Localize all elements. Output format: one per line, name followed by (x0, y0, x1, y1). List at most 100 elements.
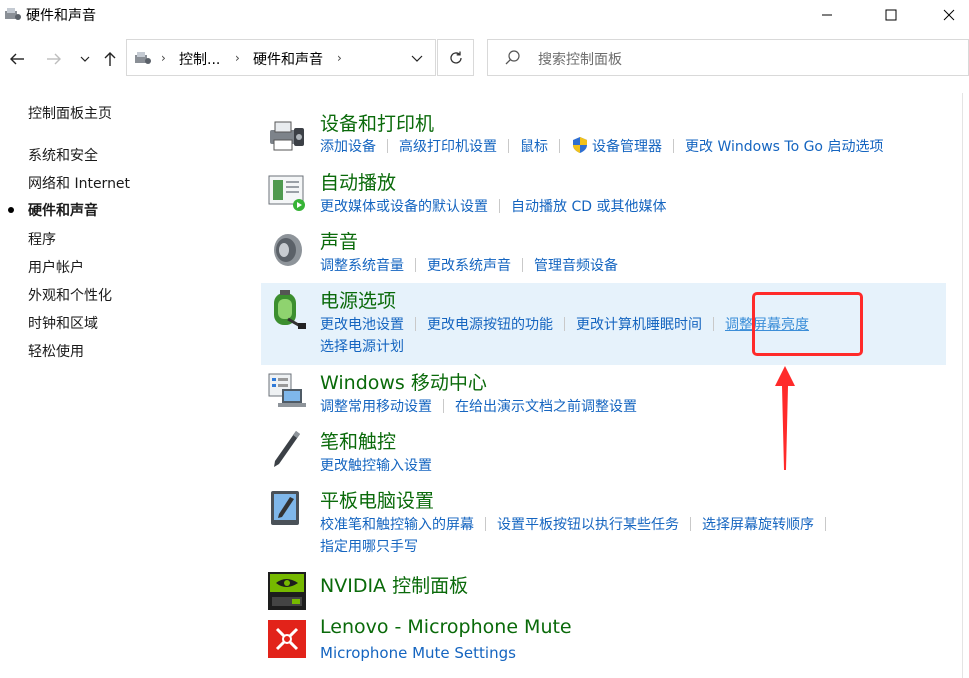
link-change-sounds[interactable]: 更改系统声音 (427, 255, 511, 275)
breadcrumb-separator-icon: › (161, 51, 166, 65)
nav-hardware-sound[interactable]: 硬件和声音 (8, 200, 98, 220)
nav-system-security[interactable]: 系统和安全 (28, 145, 98, 165)
link-windows-to-go[interactable]: 更改 Windows To Go 启动选项 (685, 136, 883, 156)
nav-programs[interactable]: 程序 (28, 229, 56, 249)
link-choose-power-plan[interactable]: 选择电源计划 (320, 336, 404, 356)
divider (508, 139, 509, 153)
nav-hardware-sound-label: 硬件和声音 (28, 203, 98, 219)
category-title[interactable]: 笔和触控 (320, 427, 396, 454)
search-placeholder: 搜索控制面板 (538, 52, 622, 68)
link-rotation-order[interactable]: 选择屏幕旋转顺序 (702, 514, 814, 534)
link-manage-audio-devices[interactable]: 管理音频设备 (534, 255, 618, 275)
refresh-icon (449, 51, 462, 64)
title-bar: 硬件和声音 (0, 0, 969, 30)
maximize-icon (885, 9, 897, 21)
mobility-center-icon (268, 373, 306, 407)
divider (713, 317, 714, 331)
nav-network-internet[interactable]: 网络和 Internet (28, 173, 130, 193)
category-title[interactable]: 自动播放 (320, 168, 396, 195)
link-power-button-function[interactable]: 更改电源按钮的功能 (427, 314, 553, 334)
divider (522, 258, 523, 272)
category-mobility-center: Windows 移动中心 调整常用移动设置 在给出演示文档之前调整设置 (262, 367, 946, 422)
divider (415, 258, 416, 272)
autoplay-icon (268, 175, 305, 211)
annotation-highlight-box (752, 292, 863, 356)
divider (499, 199, 500, 213)
link-add-device[interactable]: 添加设备 (320, 136, 376, 156)
scrollbar-track[interactable] (962, 93, 963, 678)
window-title: 硬件和声音 (26, 8, 96, 24)
arrow-left-icon (10, 53, 24, 65)
link-tablet-buttons[interactable]: 设置平板按钮以执行某些任务 (497, 514, 679, 534)
breadcrumb-separator-icon: › (235, 51, 240, 65)
divider (690, 517, 691, 531)
arrow-right-icon (47, 53, 61, 65)
link-sleep-time[interactable]: 更改计算机睡眠时间 (576, 314, 702, 334)
search-box[interactable]: 搜索控制面板 (487, 39, 969, 76)
maximize-button[interactable] (862, 0, 920, 30)
link-touch-input-settings[interactable]: 更改触控输入设置 (320, 455, 432, 475)
link-mobility-settings[interactable]: 调整常用移动设置 (320, 396, 432, 416)
category-title[interactable]: Windows 移动中心 (320, 368, 487, 395)
search-icon (505, 50, 520, 65)
minimize-button[interactable] (798, 0, 856, 30)
divider (415, 317, 416, 331)
nav-appearance[interactable]: 外观和个性化 (28, 285, 112, 305)
link-microphone-mute-settings[interactable]: Microphone Mute Settings (320, 644, 516, 662)
nvidia-icon (268, 572, 306, 610)
category-title[interactable]: 电源选项 (320, 286, 396, 313)
link-battery-settings[interactable]: 更改电池设置 (320, 314, 404, 334)
chevron-down-icon[interactable] (411, 55, 423, 63)
up-button[interactable] (99, 48, 121, 70)
breadcrumb-hardware-sound[interactable]: 硬件和声音 (253, 49, 323, 69)
category-lenovo-mic-mute: Lenovo - Microphone Mute Microphone Mute… (262, 615, 946, 670)
category-title[interactable]: Lenovo - Microphone Mute (320, 616, 572, 638)
pen-icon (274, 431, 300, 467)
annotation-arrow-icon (775, 366, 795, 470)
category-title[interactable]: 平板电脑设置 (320, 486, 434, 513)
control-panel-icon (5, 8, 21, 20)
back-button[interactable] (6, 48, 28, 70)
link-handedness[interactable]: 指定用哪只手写 (320, 536, 418, 556)
close-icon (943, 9, 955, 21)
speaker-icon (274, 234, 302, 266)
battery-icon (274, 290, 306, 329)
category-autoplay: 自动播放 更改媒体或设备的默认设置 自动播放 CD 或其他媒体 (262, 167, 946, 222)
tablet-icon (271, 491, 299, 525)
arrow-up-icon (104, 52, 116, 66)
divider (673, 139, 674, 153)
printer-icon (270, 121, 304, 151)
nav-control-panel-home[interactable]: 控制面板主页 (28, 103, 112, 123)
microphone-mute-icon (268, 620, 306, 658)
category-sound: 声音 调整系统音量 更改系统声音 管理音频设备 (262, 226, 946, 281)
link-autoplay-cd[interactable]: 自动播放 CD 或其他媒体 (511, 196, 666, 216)
link-device-manager[interactable]: 设备管理器 (592, 136, 662, 156)
forward-button[interactable] (43, 48, 65, 70)
address-bar[interactable]: › 控制... › 硬件和声音 › (126, 39, 436, 76)
divider (387, 139, 388, 153)
nav-user-accounts[interactable]: 用户帐户 (28, 257, 84, 277)
category-title[interactable]: 声音 (320, 227, 358, 254)
category-title[interactable]: 设备和打印机 (320, 109, 434, 136)
nav-clock-region[interactable]: 时钟和区域 (28, 313, 98, 333)
divider (443, 399, 444, 413)
shield-icon (573, 137, 587, 153)
link-presentation-settings[interactable]: 在给出演示文档之前调整设置 (455, 396, 637, 416)
nav-ease-of-access[interactable]: 轻松使用 (28, 341, 84, 361)
link-media-defaults[interactable]: 更改媒体或设备的默认设置 (320, 196, 488, 216)
link-calibrate-screen[interactable]: 校准笔和触控输入的屏幕 (320, 514, 474, 534)
category-tablet-settings: 平板电脑设置 校准笔和触控输入的屏幕 设置平板按钮以执行某些任务 选择屏幕旋转顺序 … (262, 485, 946, 563)
close-button[interactable] (920, 0, 969, 30)
link-adjust-volume[interactable]: 调整系统音量 (320, 255, 404, 275)
refresh-button[interactable] (437, 39, 474, 76)
breadcrumb-control-panel[interactable]: 控制... (179, 49, 220, 69)
recent-locations-button[interactable] (74, 48, 96, 70)
link-mouse[interactable]: 鼠标 (520, 136, 548, 156)
divider (564, 317, 565, 331)
category-title[interactable]: NVIDIA 控制面板 (320, 571, 468, 598)
divider (485, 517, 486, 531)
active-bullet (8, 207, 14, 213)
category-nvidia: NVIDIA 控制面板 (262, 570, 946, 614)
category-devices-printers: 设备和打印机 添加设备 高级打印机设置 鼠标 设备管理器 更改 Windows To G… (262, 108, 946, 163)
link-advanced-printer-setup[interactable]: 高级打印机设置 (399, 136, 497, 156)
